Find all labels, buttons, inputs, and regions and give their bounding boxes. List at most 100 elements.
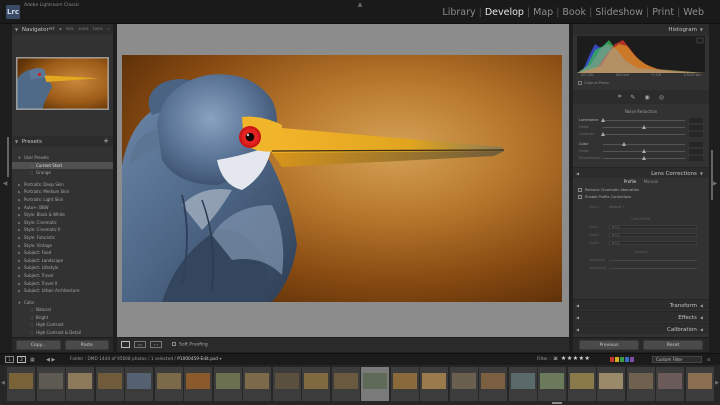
green-label-swatch[interactable] bbox=[620, 357, 624, 362]
enable-profile-option[interactable]: Enable Profile Corrections bbox=[578, 195, 631, 199]
preset-item[interactable]: ▢ Natural bbox=[12, 306, 113, 314]
soft-proofing-toggle[interactable]: Soft Proofing bbox=[172, 342, 208, 348]
red-label-swatch[interactable] bbox=[610, 357, 614, 362]
noise-slider-track[interactable] bbox=[603, 125, 685, 129]
make-select[interactable]: None bbox=[609, 225, 697, 229]
rating-filter-stars[interactable]: ≥ ★★★★★ bbox=[553, 355, 590, 362]
preset-group[interactable]: ▶ Style: Vintage bbox=[12, 242, 113, 250]
panel-switch-icon[interactable]: ◀ bbox=[576, 168, 579, 179]
module-map[interactable]: Map bbox=[531, 7, 555, 18]
navigator-preview[interactable] bbox=[16, 57, 109, 110]
filmstrip-thumbnail[interactable] bbox=[479, 367, 507, 401]
slider-thumb[interactable] bbox=[642, 149, 646, 153]
zoom-custom[interactable]: 100% ÷ bbox=[93, 27, 110, 31]
tab-profile[interactable]: Profile bbox=[624, 179, 636, 184]
vignetting-slider[interactable] bbox=[609, 268, 697, 269]
slider-thumb[interactable] bbox=[601, 132, 605, 136]
navigate-arrows-icon[interactable]: ◀ ▶ bbox=[46, 357, 55, 363]
preset-group[interactable]: ▶ Style: Cinematic bbox=[12, 219, 113, 227]
module-print[interactable]: Print bbox=[650, 7, 676, 18]
before-after-left-right-button[interactable]: Y|Y bbox=[134, 341, 146, 348]
filmstrip-thumbnail[interactable] bbox=[626, 367, 655, 401]
preset-group[interactable]: ▼ User Presets bbox=[12, 154, 113, 162]
preset-group[interactable]: ▶ Subject: Travel II bbox=[12, 280, 113, 288]
slider-thumb[interactable] bbox=[621, 142, 626, 146]
filmstrip-thumbnail[interactable] bbox=[420, 367, 448, 401]
filmstrip-thumbnail[interactable] bbox=[567, 367, 596, 401]
enable-profile-checkbox[interactable] bbox=[578, 195, 582, 199]
noise-slider-track[interactable] bbox=[603, 142, 685, 146]
lens-corrections-header[interactable]: ◀ Lens Corrections ▼ bbox=[573, 167, 709, 178]
main-photo[interactable] bbox=[122, 55, 562, 302]
preset-item[interactable]: ▢ High Contrast bbox=[12, 321, 113, 329]
slider-thumb[interactable] bbox=[642, 125, 646, 129]
noise-slider-value-box[interactable] bbox=[689, 155, 703, 161]
grid-view-icon[interactable]: ▦ bbox=[30, 357, 35, 363]
healing-brush-icon[interactable]: ✎ bbox=[630, 94, 635, 101]
filmstrip-thumbnail[interactable] bbox=[184, 367, 212, 401]
preset-item[interactable]: ▢ Grunge bbox=[12, 169, 113, 177]
filmstrip-thumbnail[interactable] bbox=[361, 367, 389, 401]
filmstrip-thumbnail[interactable] bbox=[154, 367, 183, 401]
filmstrip-thumbnail[interactable] bbox=[449, 367, 478, 401]
distortion-slider[interactable] bbox=[609, 260, 697, 261]
preset-group[interactable]: ▶ Style: Black & White bbox=[12, 211, 113, 219]
panel-switch-icon[interactable]: ◀ bbox=[576, 300, 579, 311]
filmstrip-thumbnail[interactable] bbox=[390, 367, 419, 401]
filmstrip-scrollbar[interactable] bbox=[552, 402, 562, 404]
top-panel-toggle-icon[interactable]: ▲ bbox=[357, 1, 363, 8]
noise-slider-track[interactable] bbox=[603, 149, 685, 153]
preset-group[interactable]: ▶ Subject: Food bbox=[12, 249, 113, 257]
filmstrip-thumbnail[interactable] bbox=[302, 367, 330, 401]
copy-settings-button[interactable]: Copy... bbox=[16, 340, 61, 350]
slider-thumb[interactable] bbox=[642, 156, 646, 160]
transform-header[interactable]: ◀ Transform ◀ bbox=[573, 299, 709, 310]
filmstrip-thumbnail[interactable] bbox=[7, 367, 35, 401]
calibration-header[interactable]: ◀ Calibration ◀ bbox=[573, 323, 709, 334]
filmstrip-thumbnail[interactable] bbox=[66, 367, 94, 401]
remove-ca-checkbox[interactable] bbox=[578, 188, 582, 192]
noise-slider-track[interactable] bbox=[601, 132, 685, 136]
noise-slider-track[interactable] bbox=[603, 156, 685, 160]
crop-tool-icon[interactable]: ⌗ bbox=[618, 93, 621, 101]
noise-slider-value-box[interactable] bbox=[689, 124, 703, 130]
filmstrip-scroll-left-icon[interactable]: ◀ bbox=[1, 380, 5, 386]
secondary-window-button[interactable]: 2 bbox=[17, 356, 26, 363]
left-panel-scrollbar[interactable] bbox=[7, 137, 9, 177]
preset-item[interactable]: ▢ Current Start bbox=[12, 161, 113, 170]
preset-group[interactable]: ▶ Subject: Travel bbox=[12, 272, 113, 280]
noise-slider-value-box[interactable] bbox=[689, 131, 703, 137]
left-panel-toggle-icon[interactable]: ◀ bbox=[2, 180, 8, 187]
yellow-label-swatch[interactable] bbox=[615, 357, 619, 362]
preset-group[interactable]: ▼ Color bbox=[12, 299, 113, 307]
filmstrip-thumbnail[interactable] bbox=[95, 367, 124, 401]
preset-group[interactable]: ▶ Portraits: Light Skin bbox=[12, 196, 113, 204]
filmstrip-thumbnail[interactable] bbox=[685, 367, 714, 401]
remove-ca-option[interactable]: Remove Chromatic Aberration bbox=[578, 188, 639, 192]
purple-label-swatch[interactable] bbox=[630, 357, 634, 362]
custom-filter-select[interactable]: Custom Filter bbox=[652, 356, 702, 363]
noise-slider-track[interactable] bbox=[601, 118, 685, 122]
paste-settings-button[interactable]: Paste bbox=[64, 340, 109, 350]
preset-item[interactable]: ▢ Bright bbox=[12, 314, 113, 322]
model-select[interactable]: None bbox=[609, 233, 697, 237]
preset-group[interactable]: ▶ Subject: Landscape bbox=[12, 257, 113, 265]
effects-header[interactable]: ◀ Effects ◀ bbox=[573, 311, 709, 322]
filmstrip-thumbnail[interactable] bbox=[331, 367, 360, 401]
navigator-header[interactable]: ▼ Navigator FIT ≑ 50% 100% 100% ÷ bbox=[12, 24, 113, 35]
setup-select[interactable]: Default ÷ bbox=[609, 205, 625, 209]
profile-select[interactable]: None bbox=[609, 241, 697, 245]
module-book[interactable]: Book bbox=[560, 7, 588, 18]
zoom-fit[interactable]: FIT ≑ bbox=[49, 27, 61, 31]
histogram-chart[interactable] bbox=[577, 36, 705, 73]
add-preset-icon[interactable]: + bbox=[103, 136, 109, 147]
previous-button[interactable]: Previous bbox=[579, 340, 639, 350]
original-photo-toggle[interactable]: Original Photo bbox=[578, 81, 609, 85]
before-after-swap-button[interactable]: Y Y bbox=[150, 341, 162, 348]
preset-group[interactable]: ▶ Subject: Urban Architecture bbox=[12, 287, 113, 295]
filmstrip-source-info[interactable]: Folder : DMD 1444 of 95608 photos / 1 se… bbox=[70, 357, 221, 362]
filmstrip-thumbnail[interactable] bbox=[508, 367, 537, 401]
panel-switch-icon[interactable]: ◀ bbox=[576, 312, 579, 323]
soft-proofing-checkbox[interactable] bbox=[172, 342, 176, 346]
filmstrip-thumbnail[interactable] bbox=[125, 367, 153, 401]
